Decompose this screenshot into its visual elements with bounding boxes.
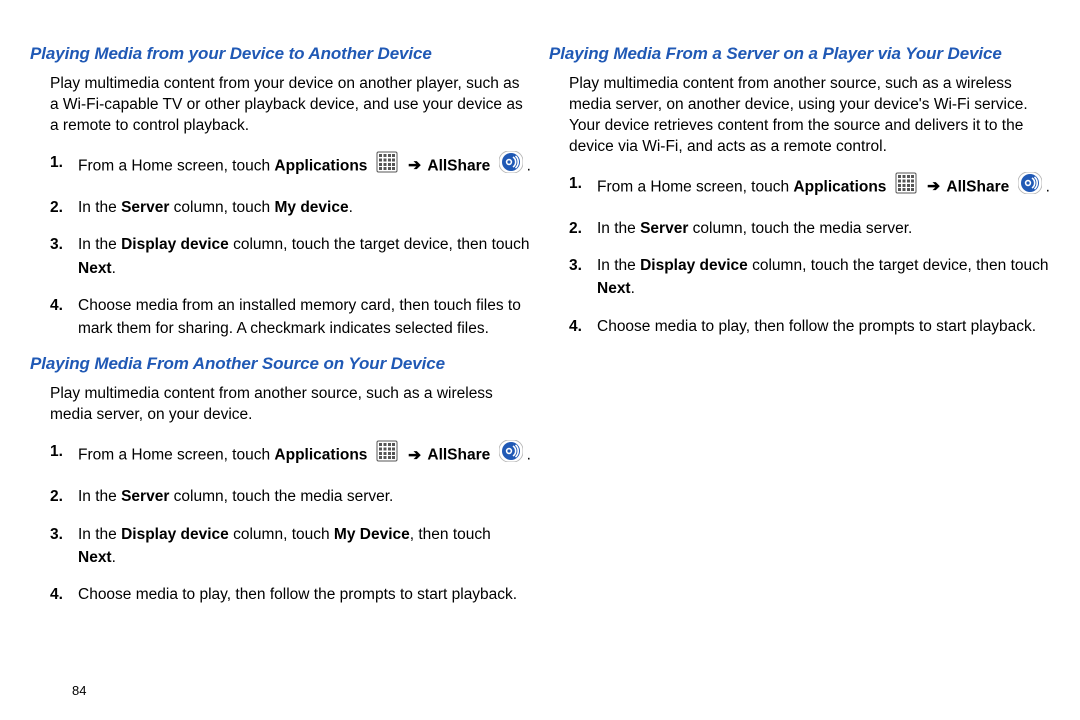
next-label: Next <box>78 260 112 277</box>
intro-paragraph: Play multimedia content from your device… <box>50 74 531 137</box>
next-label: Next <box>597 280 631 297</box>
step-text: In the <box>597 257 636 274</box>
steps-list: From a Home screen, touch Applications ➔… <box>50 151 531 341</box>
step-item: In the Server column, touch My device. <box>50 196 531 219</box>
period: . <box>631 280 635 297</box>
steps-list: From a Home screen, touch Applications ➔… <box>50 440 531 606</box>
steps-list: From a Home screen, touch Applications ➔… <box>569 172 1050 338</box>
allshare-icon <box>499 440 523 469</box>
display-device-label: Display device <box>121 526 229 543</box>
step-item: In the Server column, touch the media se… <box>50 485 531 508</box>
period: . <box>527 157 531 174</box>
manual-page: Playing Media from your Device to Anothe… <box>0 0 1080 720</box>
right-column: Playing Media From a Server on a Player … <box>549 30 1050 710</box>
step-item: In the Server column, touch the media se… <box>569 217 1050 240</box>
step-item: Choose media from an installed memory ca… <box>50 294 531 341</box>
arrow-icon: ➔ <box>408 444 421 467</box>
server-label: Server <box>640 220 688 237</box>
step-item: In the Display device column, touch the … <box>569 254 1050 301</box>
step-text: From a Home screen, touch <box>78 157 270 174</box>
step-text: From a Home screen, touch <box>78 447 270 464</box>
allshare-icon <box>499 151 523 180</box>
page-number: 84 <box>72 683 86 698</box>
allshare-icon <box>1018 172 1042 201</box>
step-text: In the <box>78 199 117 216</box>
applications-label: Applications <box>274 447 367 464</box>
step-item: From a Home screen, touch Applications ➔… <box>569 172 1050 203</box>
applications-grid-icon <box>376 440 398 469</box>
step-text: In the <box>78 488 117 505</box>
arrow-icon: ➔ <box>408 154 421 177</box>
period: . <box>112 260 116 277</box>
step-text: From a Home screen, touch <box>597 178 789 195</box>
left-column: Playing Media from your Device to Anothe… <box>30 30 531 710</box>
allshare-label: AllShare <box>946 178 1009 195</box>
applications-label: Applications <box>274 157 367 174</box>
step-text: In the <box>78 526 117 543</box>
step-item: From a Home screen, touch Applications ➔… <box>50 440 531 471</box>
my-device-label: My Device <box>334 526 410 543</box>
step-item: In the Display device column, touch My D… <box>50 523 531 570</box>
step-text: column, touch <box>174 199 271 216</box>
applications-grid-icon <box>376 151 398 180</box>
next-label: Next <box>78 549 112 566</box>
server-label: Server <box>121 199 169 216</box>
step-text: column, touch <box>233 526 330 543</box>
applications-grid-icon <box>895 172 917 201</box>
period: . <box>527 447 531 464</box>
step-item: In the Display device column, touch the … <box>50 233 531 280</box>
arrow-icon: ➔ <box>927 175 940 198</box>
step-text: column, touch the media server. <box>174 488 394 505</box>
step-text: In the <box>597 220 636 237</box>
step-item: From a Home screen, touch Applications ➔… <box>50 151 531 182</box>
step-item: Choose media to play, then follow the pr… <box>569 315 1050 338</box>
intro-paragraph: Play multimedia content from another sou… <box>569 74 1050 158</box>
allshare-label: AllShare <box>427 157 490 174</box>
intro-paragraph: Play multimedia content from another sou… <box>50 384 531 426</box>
server-label: Server <box>121 488 169 505</box>
period: . <box>1046 178 1050 195</box>
section-heading: Playing Media from your Device to Anothe… <box>30 44 531 64</box>
step-item: Choose media to play, then follow the pr… <box>50 583 531 606</box>
display-device-label: Display device <box>121 236 229 253</box>
step-text: column, touch the media server. <box>693 220 913 237</box>
section-heading: Playing Media From a Server on a Player … <box>549 44 1050 64</box>
step-text: In the <box>78 236 117 253</box>
applications-label: Applications <box>793 178 886 195</box>
step-text: column, touch the target device, then to… <box>752 257 1048 274</box>
step-text: column, touch the target device, then to… <box>233 236 529 253</box>
step-text: , then touch <box>410 526 491 543</box>
period: . <box>112 549 116 566</box>
my-device-label: My device <box>274 199 348 216</box>
section-heading: Playing Media From Another Source on You… <box>30 354 531 374</box>
display-device-label: Display device <box>640 257 748 274</box>
allshare-label: AllShare <box>427 447 490 464</box>
period: . <box>349 199 353 216</box>
